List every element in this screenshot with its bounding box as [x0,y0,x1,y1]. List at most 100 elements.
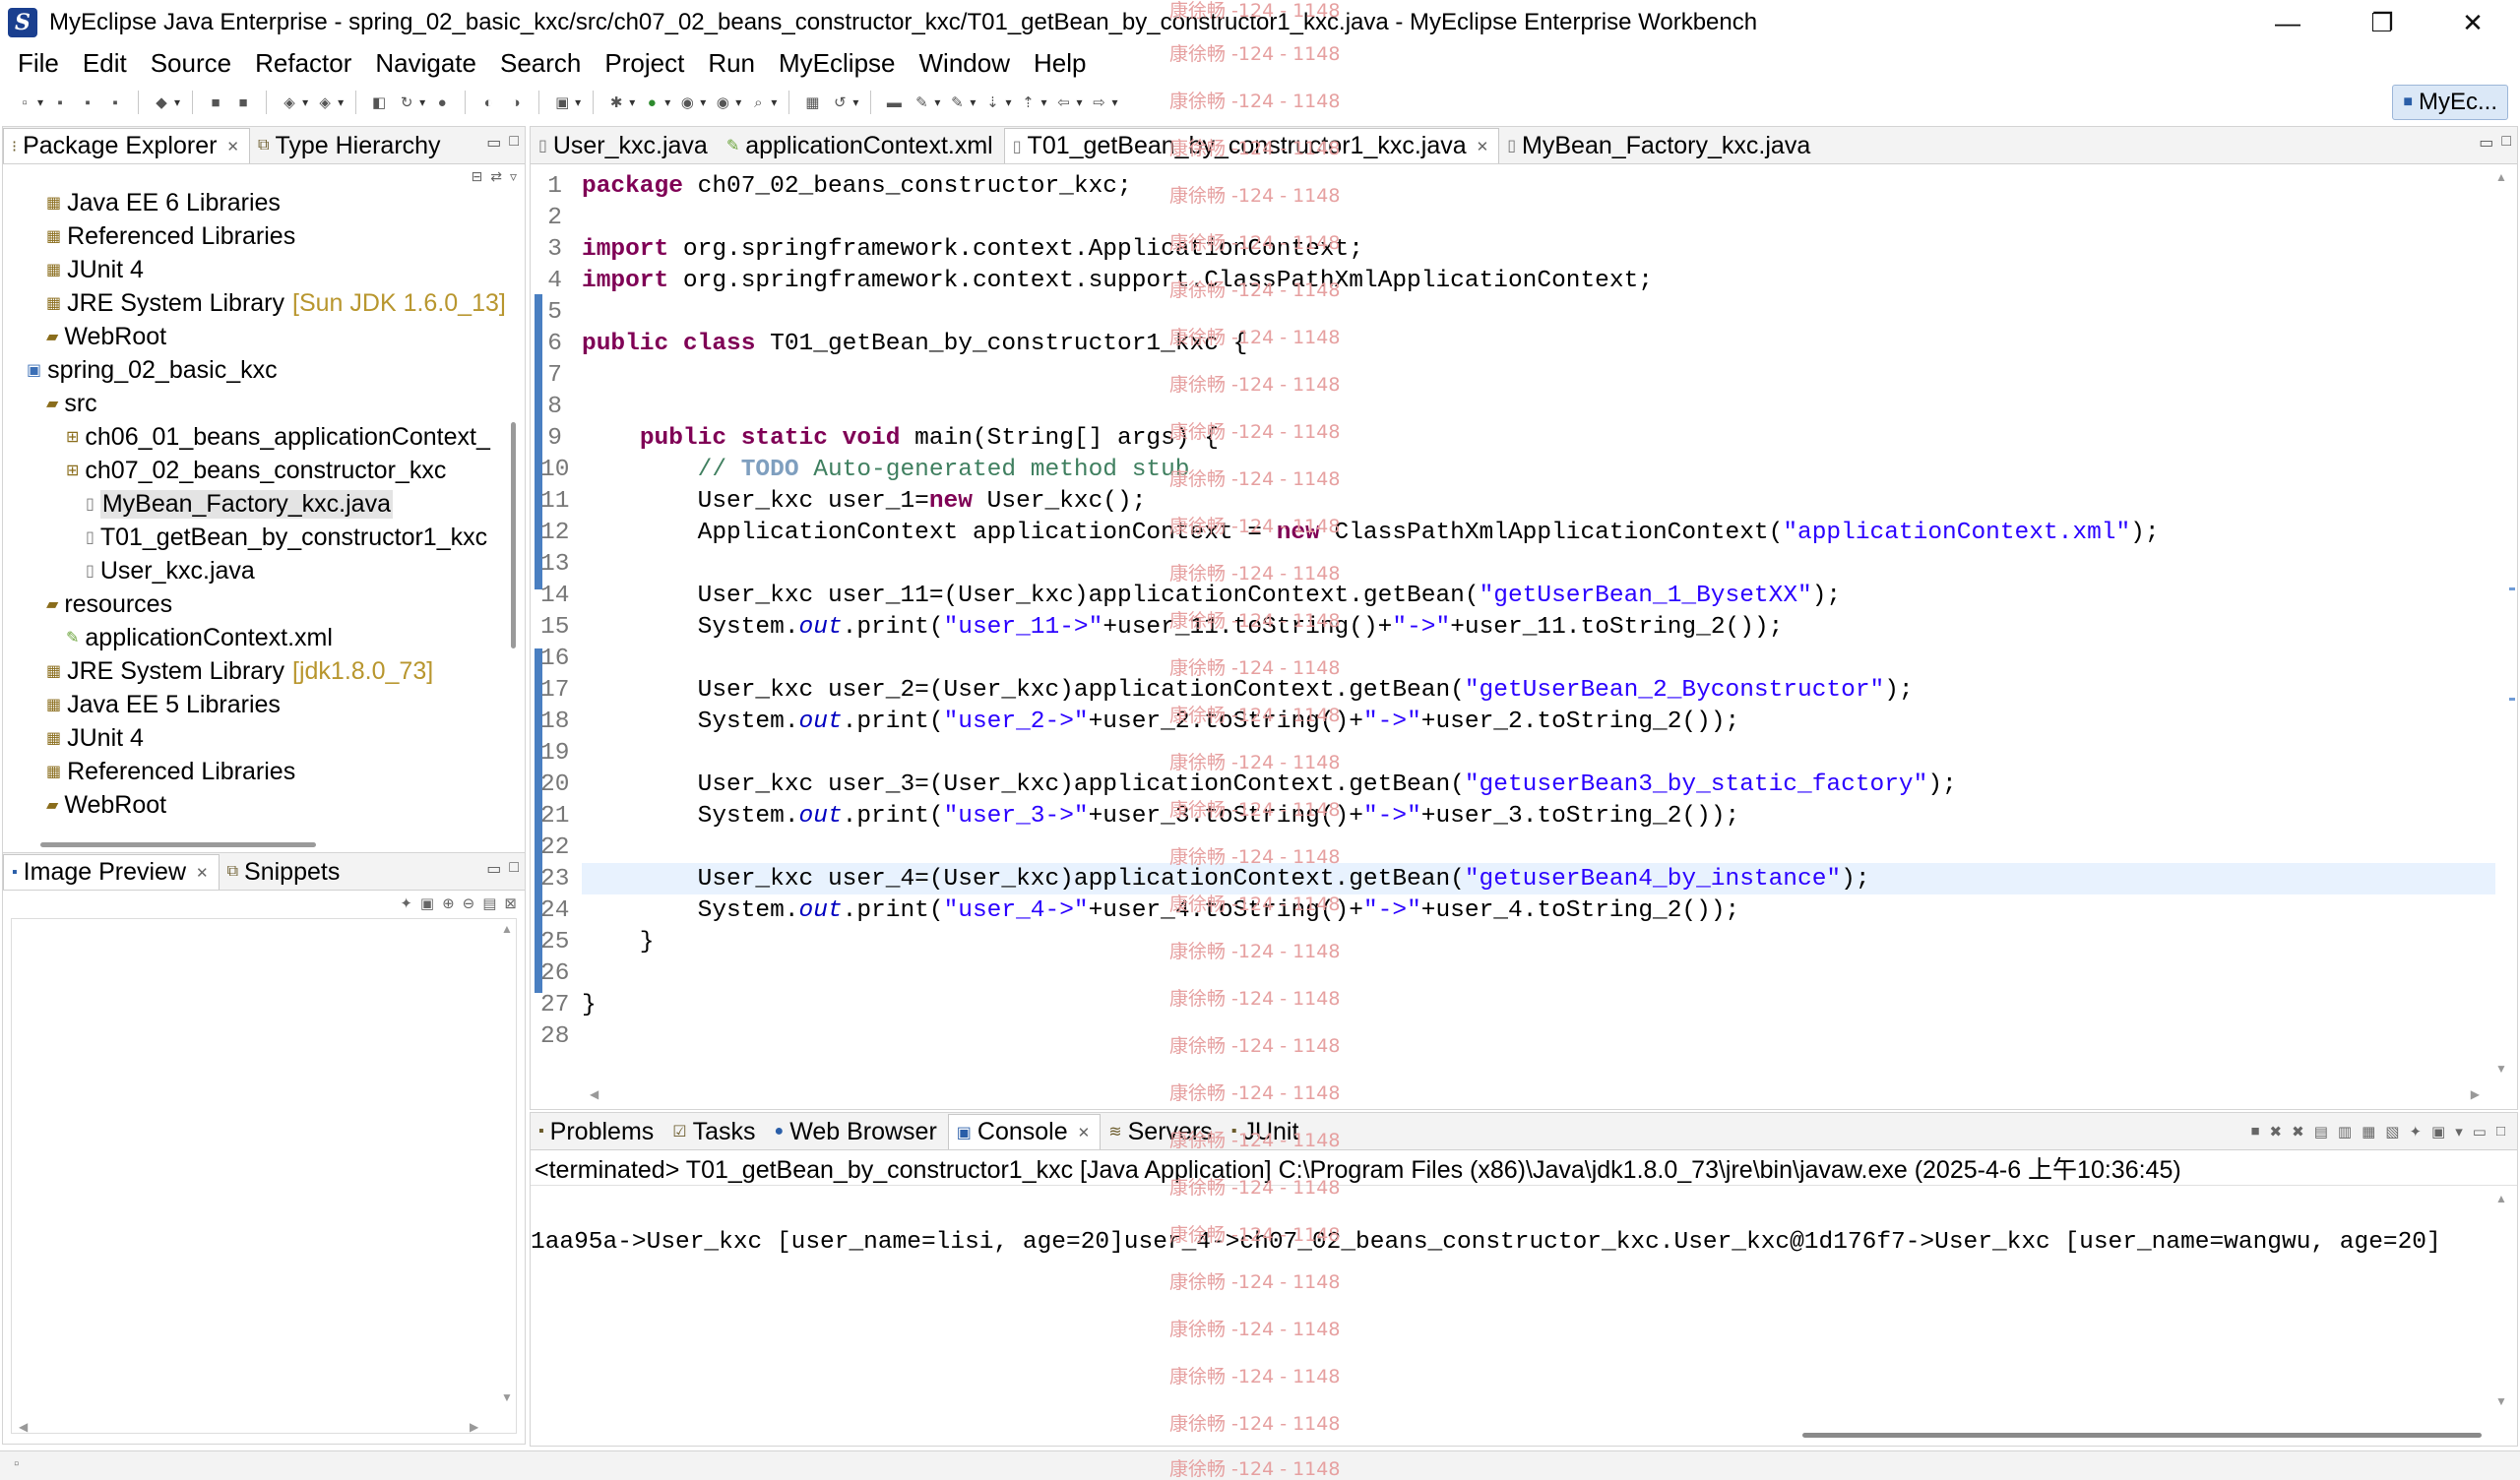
save-icon[interactable]: ▪ [49,92,71,113]
maximize-icon[interactable]: □ [2496,1123,2505,1141]
tree-item[interactable]: ▦ JUnit 4 [3,253,505,286]
tree-item-selected[interactable]: ▯ MyBean_Factory_kxc.java [3,487,505,521]
tree-item[interactable]: ▦ JUnit 4 [3,721,505,755]
new-wizard-icon[interactable]: ◆ [151,92,172,113]
run-external-icon[interactable]: ◉ [676,92,698,113]
close-button[interactable]: ✕ [2426,0,2520,45]
tree-item[interactable]: ▰ src [3,387,505,420]
close-icon[interactable]: ✕ [1078,1124,1091,1141]
terminate-icon[interactable]: ■ [2250,1123,2259,1141]
tab-application-context[interactable]: ✎ applicationContext.xml [719,128,1004,163]
tab-image-preview[interactable]: ▪ Image Preview ✕ [3,854,220,890]
tree-item[interactable]: ▯ User_kxc.java [3,554,505,587]
minimize-icon[interactable]: ▭ [2473,1123,2487,1141]
tree-item[interactable]: ✎ applicationContext.xml [3,621,505,654]
console-vertical-scrollbar[interactable]: ▲ ▼ [2495,1192,2509,1408]
menu-refactor[interactable]: Refactor [243,48,363,79]
display-console-icon[interactable]: ▣ [2431,1123,2445,1141]
save-all-icon[interactable]: ▪ [77,92,98,113]
menu-myeclipse[interactable]: MyEclipse [767,48,907,79]
tab-problems[interactable]: ▪ Problems [531,1114,664,1149]
tree-item[interactable]: ▯ T01_getBean_by_constructor1_kxc [3,521,505,554]
original-size-icon[interactable]: ▤ [482,894,496,912]
tree-item[interactable]: ▦ Referenced Libraries [3,219,505,253]
search-icon[interactable]: ⌕ [747,92,769,113]
editor-vertical-scrollbar[interactable]: ▲ ▼ [2495,170,2509,1076]
debug-icon[interactable]: ✱ [605,92,627,113]
menu-file[interactable]: File [6,48,71,79]
pin-console-icon[interactable]: ✦ [2409,1123,2422,1141]
print-icon[interactable]: ▪ [104,92,126,113]
folder-icon[interactable]: ▬ [883,92,905,113]
preview-vertical-scrollbar[interactable]: ▲ ▼ [501,922,515,1404]
maximize-icon[interactable]: □ [2501,133,2511,153]
maximize-icon[interactable]: □ [509,133,519,153]
tab-type-hierarchy[interactable]: ⧉ Type Hierarchy [250,128,452,163]
run-icon[interactable]: ● [641,92,662,113]
tree-item[interactable]: ▦ JRE System Library [jdk1.8.0_73] [3,654,505,688]
tree-item[interactable]: ▦ Java EE 5 Libraries [3,688,505,721]
next-annotation-icon[interactable]: ⇣ [981,92,1003,113]
collapse-all-icon[interactable]: ⊟ [472,168,483,185]
tree-item[interactable]: ▰ WebRoot [3,788,505,822]
editor-horizontal-scrollbar[interactable]: ◀ ▶ [590,1087,2480,1103]
minimize-icon[interactable]: ▭ [2479,133,2493,153]
console-horizontal-scrollbar[interactable] [531,1428,2499,1442]
link-editor-icon[interactable]: ⇄ [490,168,502,185]
maximize-icon[interactable]: □ [509,859,519,879]
server-icon[interactable]: ■ [232,92,254,113]
back-icon[interactable]: ⇦ [1053,92,1075,113]
refresh-icon[interactable]: ↻ [396,92,417,113]
new-icon[interactable]: ▫ [14,92,35,113]
tree-item[interactable]: ▦ Java EE 6 Libraries [3,186,505,219]
remove-launch-icon[interactable]: ✖ [2270,1123,2283,1141]
zoom-out-icon[interactable]: ⊖ [463,894,475,912]
maximize-button[interactable]: ❐ [2335,0,2429,45]
tab-console[interactable]: ▣ Console ✕ [947,1114,1102,1149]
perspective-button[interactable]: ■ MyEc... [2392,85,2508,120]
annotation-icon[interactable]: ✎ [946,92,968,113]
minimize-icon[interactable]: ▭ [486,859,501,879]
word-wrap-icon[interactable]: ▦ [2362,1123,2375,1141]
explorer-horizontal-scrollbar[interactable] [3,837,505,851]
menu-search[interactable]: Search [488,48,593,79]
tab-user-kxc[interactable]: ▯ User_kxc.java [531,128,719,163]
tree-item[interactable]: ⊞ ch07_02_beans_constructor_kxc [3,454,505,487]
menu-run[interactable]: Run [696,48,767,79]
tree-item[interactable]: ▰ resources [3,587,505,621]
tree-item[interactable]: ▦ JRE System Library [Sun JDK 1.6.0_13] [3,286,505,320]
tab-package-explorer[interactable]: ⁝ Package Explorer ✕ [3,128,250,163]
close-icon[interactable]: ✕ [226,138,239,155]
bookmark-icon[interactable]: ↺ [829,92,850,113]
menu-help[interactable]: Help [1022,48,1098,79]
menu-source[interactable]: Source [139,48,243,79]
tree-item[interactable]: ▰ WebRoot [3,320,505,353]
minimize-icon[interactable]: ▭ [486,133,501,153]
edit-icon[interactable]: ✎ [911,92,932,113]
task-icon[interactable]: ▦ [801,92,823,113]
browser-icon[interactable]: ● [431,92,453,113]
tab-tasks[interactable]: ☑ Tasks [664,1114,766,1149]
tool-icon[interactable]: ◐ [477,92,499,113]
tree-item-project[interactable]: ▣ spring_02_basic_kxc [3,353,505,387]
open-resource-icon[interactable]: ◈ [314,92,336,113]
menu-edit[interactable]: Edit [71,48,139,79]
view-menu-icon[interactable]: ▿ [510,168,517,185]
remove-all-icon[interactable]: ✖ [2292,1123,2304,1141]
tree-item[interactable]: ⊞ ch06_01_beans_applicationContext_ [3,420,505,454]
deploy-icon[interactable]: ■ [205,92,226,113]
tab-mybean-factory[interactable]: ▯ MyBean_Factory_kxc.java [1499,128,1821,163]
prev-annotation-icon[interactable]: ⇡ [1017,92,1039,113]
close-icon[interactable]: ✕ [196,864,209,882]
fit-icon[interactable]: ▣ [420,894,434,912]
open-type-icon[interactable]: ◈ [279,92,300,113]
scroll-lock-icon[interactable]: ▥ [2338,1123,2352,1141]
show-stdout-icon[interactable]: ▧ [2385,1123,2399,1141]
pin-icon[interactable]: ✦ [400,894,412,912]
tool2-icon[interactable]: ◑ [505,92,527,113]
tab-snippets[interactable]: ⧉ Snippets [220,854,351,890]
coverage-icon[interactable]: ◉ [712,92,733,113]
zoom-in-icon[interactable]: ⊕ [442,894,455,912]
tree-item[interactable]: ▦ Referenced Libraries [3,755,505,788]
build-icon[interactable]: ◧ [368,92,390,113]
